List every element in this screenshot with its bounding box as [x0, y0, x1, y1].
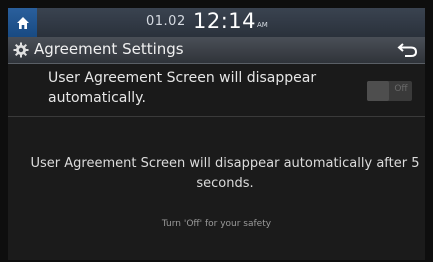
home-icon — [16, 16, 29, 29]
setting-label: User Agreement Screen will disappear aut… — [48, 70, 317, 106]
back-button[interactable] — [396, 41, 420, 59]
gear-icon — [13, 42, 29, 58]
clock: 12:14 — [193, 9, 257, 33]
toggle-state-label: Off — [394, 84, 408, 94]
status-bar: 01.02 12:14 AM — [8, 8, 425, 37]
title-bar: Agreement Settings — [8, 37, 425, 64]
auto-dismiss-toggle[interactable]: Off — [367, 81, 412, 101]
safety-hint: Turn 'Off' for your safety — [161, 219, 272, 229]
info-message: User Agreement Screen will disappear aut… — [30, 156, 420, 191]
setting-row-auto-dismiss[interactable]: User Agreement Screen will disappear aut… — [8, 64, 425, 117]
page-title: Agreement Settings — [34, 40, 184, 58]
screen: 01.02 12:14 AM Agreement Settings User A… — [8, 8, 425, 260]
home-button[interactable] — [8, 8, 37, 37]
toggle-knob — [367, 81, 389, 101]
am-pm-indicator: AM — [257, 21, 268, 29]
date-display: 01.02 — [146, 14, 186, 29]
